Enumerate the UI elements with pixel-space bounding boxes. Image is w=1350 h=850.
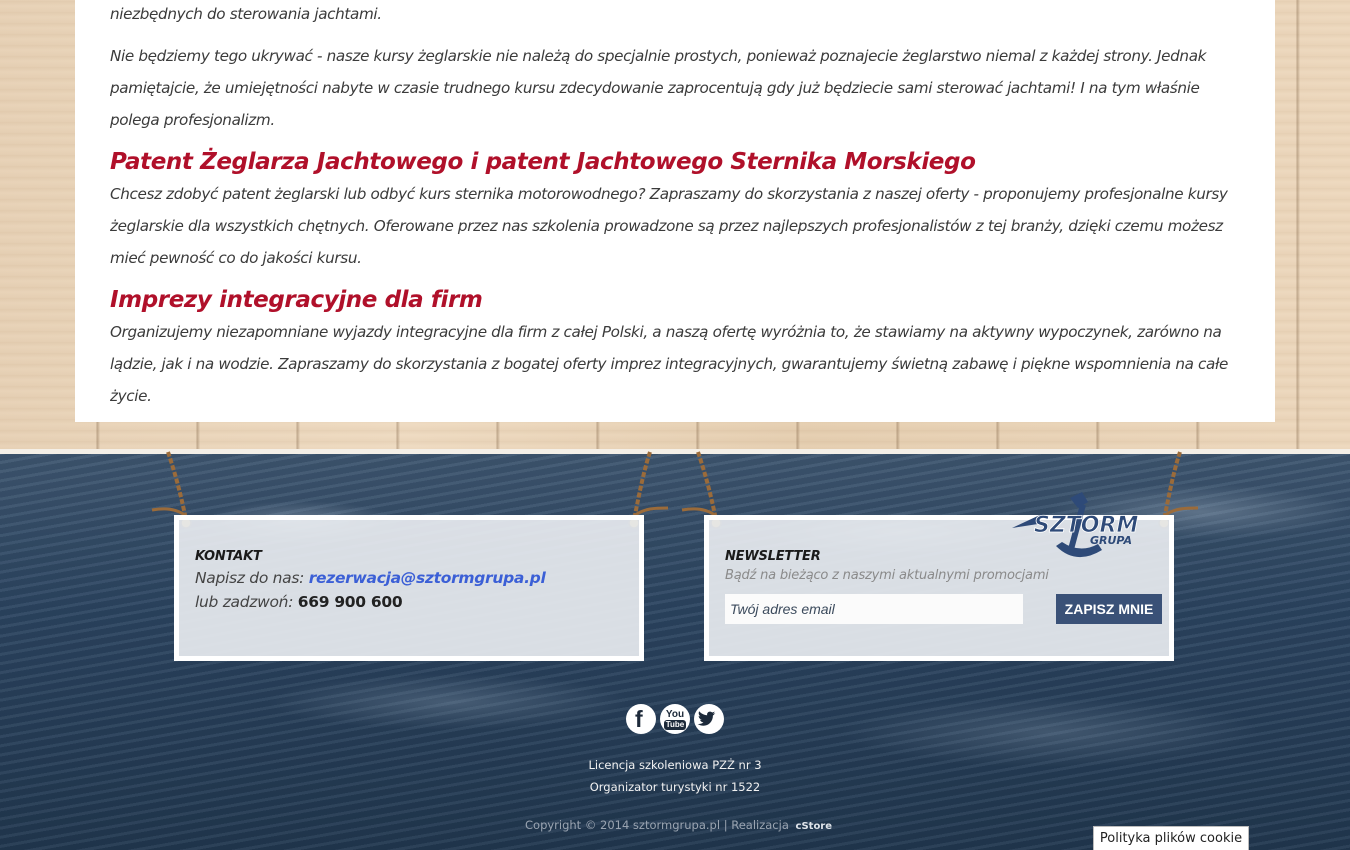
heading-patents: Patent Żeglarza Jachtowego i patent Jach… — [110, 149, 976, 175]
license-text: Licencja szkoleniowa PZŻ nr 3 — [588, 758, 762, 772]
copyright-text: Copyright © 2014 sztormgrupa.pl | Realiz… — [525, 818, 789, 832]
youtube-glyph-bottom: Tube — [664, 720, 686, 730]
contact-write-label: Napisz do nas: — [195, 569, 305, 587]
newsletter-title: NEWSLETTER — [725, 549, 821, 564]
facebook-icon[interactable]: f — [626, 704, 656, 734]
organizer-text: Organizator turystyki nr 1522 — [589, 780, 761, 794]
subscribe-button[interactable]: ZAPISZ MNIE — [1056, 594, 1162, 624]
main-content: niezbędnych do sterowania jachtami. Nie … — [75, 0, 1275, 422]
copyright-line: Copyright © 2014 sztormgrupa.pl | Realiz… — [525, 818, 832, 832]
paragraph-patents: Chcesz zdobyć patent żeglarski lub odbyć… — [110, 185, 1228, 267]
contact-card: KONTAKT Napisz do nas: rezerwacja@sztorm… — [174, 515, 644, 661]
contact-email-link[interactable]: rezerwacja@sztormgrupa.pl — [309, 569, 546, 587]
facebook-glyph: f — [635, 706, 643, 732]
twitter-bird-icon — [697, 711, 716, 726]
twitter-icon[interactable] — [694, 704, 724, 734]
heading-events: Imprezy integracyjne dla firm — [110, 287, 483, 313]
paragraph-events: Organizujemy niezapomniane wyjazdy integ… — [110, 323, 1229, 405]
contact-call-label: lub zadzwoń: — [195, 593, 294, 611]
paragraph-difficulty: Nie będziemy tego ukrywać - nasze kursy … — [110, 47, 1207, 129]
contact-email-line: Napisz do nas: rezerwacja@sztormgrupa.pl — [195, 569, 546, 587]
contact-phone: 669 900 600 — [297, 593, 403, 611]
contact-title: KONTAKT — [195, 549, 262, 564]
contact-phone-line: lub zadzwoń: 669 900 600 — [195, 593, 403, 611]
youtube-icon[interactable]: You Tube — [660, 704, 690, 734]
logo-text-grupa: GRUPA — [1090, 534, 1132, 547]
cstore-link[interactable]: cStore — [796, 821, 833, 832]
newsletter-subtitle: Bądź na bieżąco z naszymi aktualnymi pro… — [725, 568, 1049, 583]
cookie-policy-button[interactable]: Polityka plików cookie — [1093, 826, 1249, 850]
sztorm-grupa-logo: SZTORM GRUPA — [1012, 492, 1139, 558]
newsletter-email-input[interactable] — [725, 594, 1023, 624]
youtube-glyph-top: You — [665, 709, 685, 720]
paragraph-top: niezbędnych do sterowania jachtami. — [110, 5, 382, 23]
